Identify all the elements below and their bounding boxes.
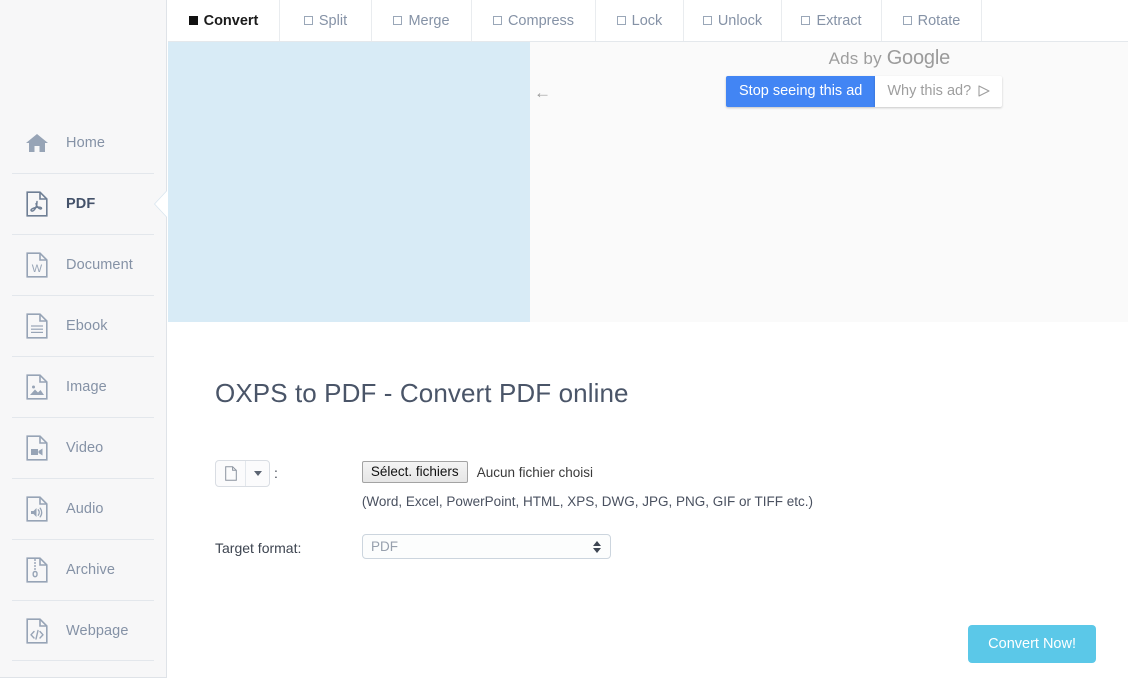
tab-extract[interactable]: Extract [782, 0, 882, 41]
chevron-down-icon [246, 461, 269, 486]
file-input-line: Sélect. fichiers Aucun fichier choisi [361, 461, 813, 483]
video-file-icon [22, 432, 52, 464]
advertisement-region: ← Ads by Google Stop seeing this ad Why … [168, 42, 1128, 322]
archive-file-icon [22, 554, 52, 586]
convert-now-button[interactable]: Convert Now! [968, 625, 1096, 663]
home-icon [22, 127, 52, 159]
tab-label-lock: Lock [631, 12, 663, 29]
tab-lock[interactable]: Lock [596, 0, 684, 41]
code-file-icon [22, 615, 52, 647]
tab-split[interactable]: Split [280, 0, 372, 41]
why-this-ad-label: Why this ad? [887, 83, 972, 99]
file-type-picker-group: : [215, 460, 278, 487]
sidebar: Home PDF W Document Ebook Image Video Au… [0, 0, 167, 678]
tab-compress[interactable]: Compress [472, 0, 596, 41]
file-type-dropdown[interactable] [215, 460, 270, 487]
sidebar-item-list: Home PDF W Document Ebook Image Video Au… [0, 112, 166, 661]
sidebar-item-audio[interactable]: Audio [0, 478, 166, 539]
active-section-pointer-icon [155, 190, 168, 218]
checkbox-icon-rotate [902, 16, 912, 25]
checkbox-icon-convert [188, 16, 198, 25]
sidebar-item-document[interactable]: W Document [0, 234, 166, 295]
sidebar-item-webpage[interactable]: Webpage [0, 600, 166, 661]
target-format-row: Target format: PDF [215, 534, 611, 559]
stop-seeing-this-ad-button[interactable]: Stop seeing this ad [726, 76, 876, 107]
pdf-file-icon [22, 188, 52, 220]
operation-tab-bar: Convert Split Merge Compress Lock Unlock… [168, 0, 1128, 42]
checkbox-icon-unlock [702, 16, 712, 25]
sidebar-label-audio: Audio [66, 500, 104, 517]
select-spinner-icon [593, 540, 601, 553]
ad-control-buttons: Stop seeing this ad Why this ad? [726, 76, 1003, 107]
file-selection-row: : Sélect. fichiers Aucun fichier choisi … [215, 460, 813, 509]
word-file-icon: W [22, 249, 52, 281]
main-content: OXPS to PDF - Convert PDF online : Sélec… [168, 322, 1128, 683]
tab-label-compress: Compress [507, 12, 575, 29]
sidebar-item-ebook[interactable]: Ebook [0, 295, 166, 356]
file-input-group: Sélect. fichiers Aucun fichier choisi (W… [361, 460, 813, 509]
tab-label-split: Split [318, 12, 348, 29]
supported-formats-hint: (Word, Excel, PowerPoint, HTML, XPS, DWG… [361, 494, 813, 509]
checkbox-icon-extract [801, 16, 811, 25]
tab-label-unlock: Unlock [717, 12, 763, 29]
ebook-file-icon [22, 310, 52, 342]
page-title: OXPS to PDF - Convert PDF online [215, 378, 629, 408]
tab-bar-filler [982, 0, 1128, 41]
tab-label-rotate: Rotate [917, 12, 961, 29]
sidebar-label-home: Home [66, 134, 106, 151]
checkbox-icon-split [303, 16, 313, 25]
sidebar-label-archive: Archive [66, 561, 116, 578]
target-format-value: PDF [371, 539, 398, 554]
why-this-ad-button[interactable]: Why this ad? [875, 76, 1003, 107]
sidebar-label-ebook: Ebook [66, 317, 108, 334]
image-file-icon [22, 371, 52, 403]
tab-convert[interactable]: Convert [168, 0, 280, 41]
adchoices-icon [978, 85, 990, 97]
sidebar-item-video[interactable]: Video [0, 417, 166, 478]
file-row-colon: : [274, 465, 278, 481]
sidebar-label-image: Image [66, 378, 107, 395]
tab-label-convert: Convert [203, 12, 259, 29]
back-arrow-icon[interactable]: ← [534, 84, 551, 101]
checkbox-icon-compress [492, 16, 502, 25]
sidebar-item-pdf[interactable]: PDF [0, 173, 166, 234]
no-file-chosen-text: Aucun fichier choisi [476, 464, 593, 480]
tab-label-merge: Merge [408, 12, 450, 29]
checkbox-icon-lock [616, 16, 626, 25]
ads-by-prefix: Ads by [828, 49, 887, 68]
sidebar-label-webpage: Webpage [66, 622, 129, 639]
svg-text:W: W [32, 263, 43, 275]
sidebar-label-video: Video [66, 439, 104, 456]
audio-file-icon [22, 493, 52, 525]
sidebar-item-archive[interactable]: Archive [0, 539, 166, 600]
select-files-button[interactable]: Sélect. fichiers [361, 461, 468, 483]
sidebar-item-home[interactable]: Home [0, 112, 166, 173]
tab-unlock[interactable]: Unlock [684, 0, 782, 41]
ad-creative-panel[interactable] [168, 42, 530, 322]
sidebar-item-image[interactable]: Image [0, 356, 166, 417]
ads-by-google-label: Ads by Google [828, 47, 951, 70]
checkbox-icon-merge [393, 16, 403, 25]
target-format-select[interactable]: PDF [362, 534, 611, 559]
tab-label-extract: Extract [816, 12, 862, 29]
tab-merge[interactable]: Merge [372, 0, 472, 41]
target-format-label: Target format: [215, 540, 302, 556]
sidebar-label-document: Document [66, 256, 133, 273]
google-wordmark: Google [886, 47, 950, 69]
sidebar-label-pdf: PDF [66, 195, 96, 212]
tab-rotate[interactable]: Rotate [882, 0, 982, 41]
generic-file-icon [216, 461, 246, 486]
